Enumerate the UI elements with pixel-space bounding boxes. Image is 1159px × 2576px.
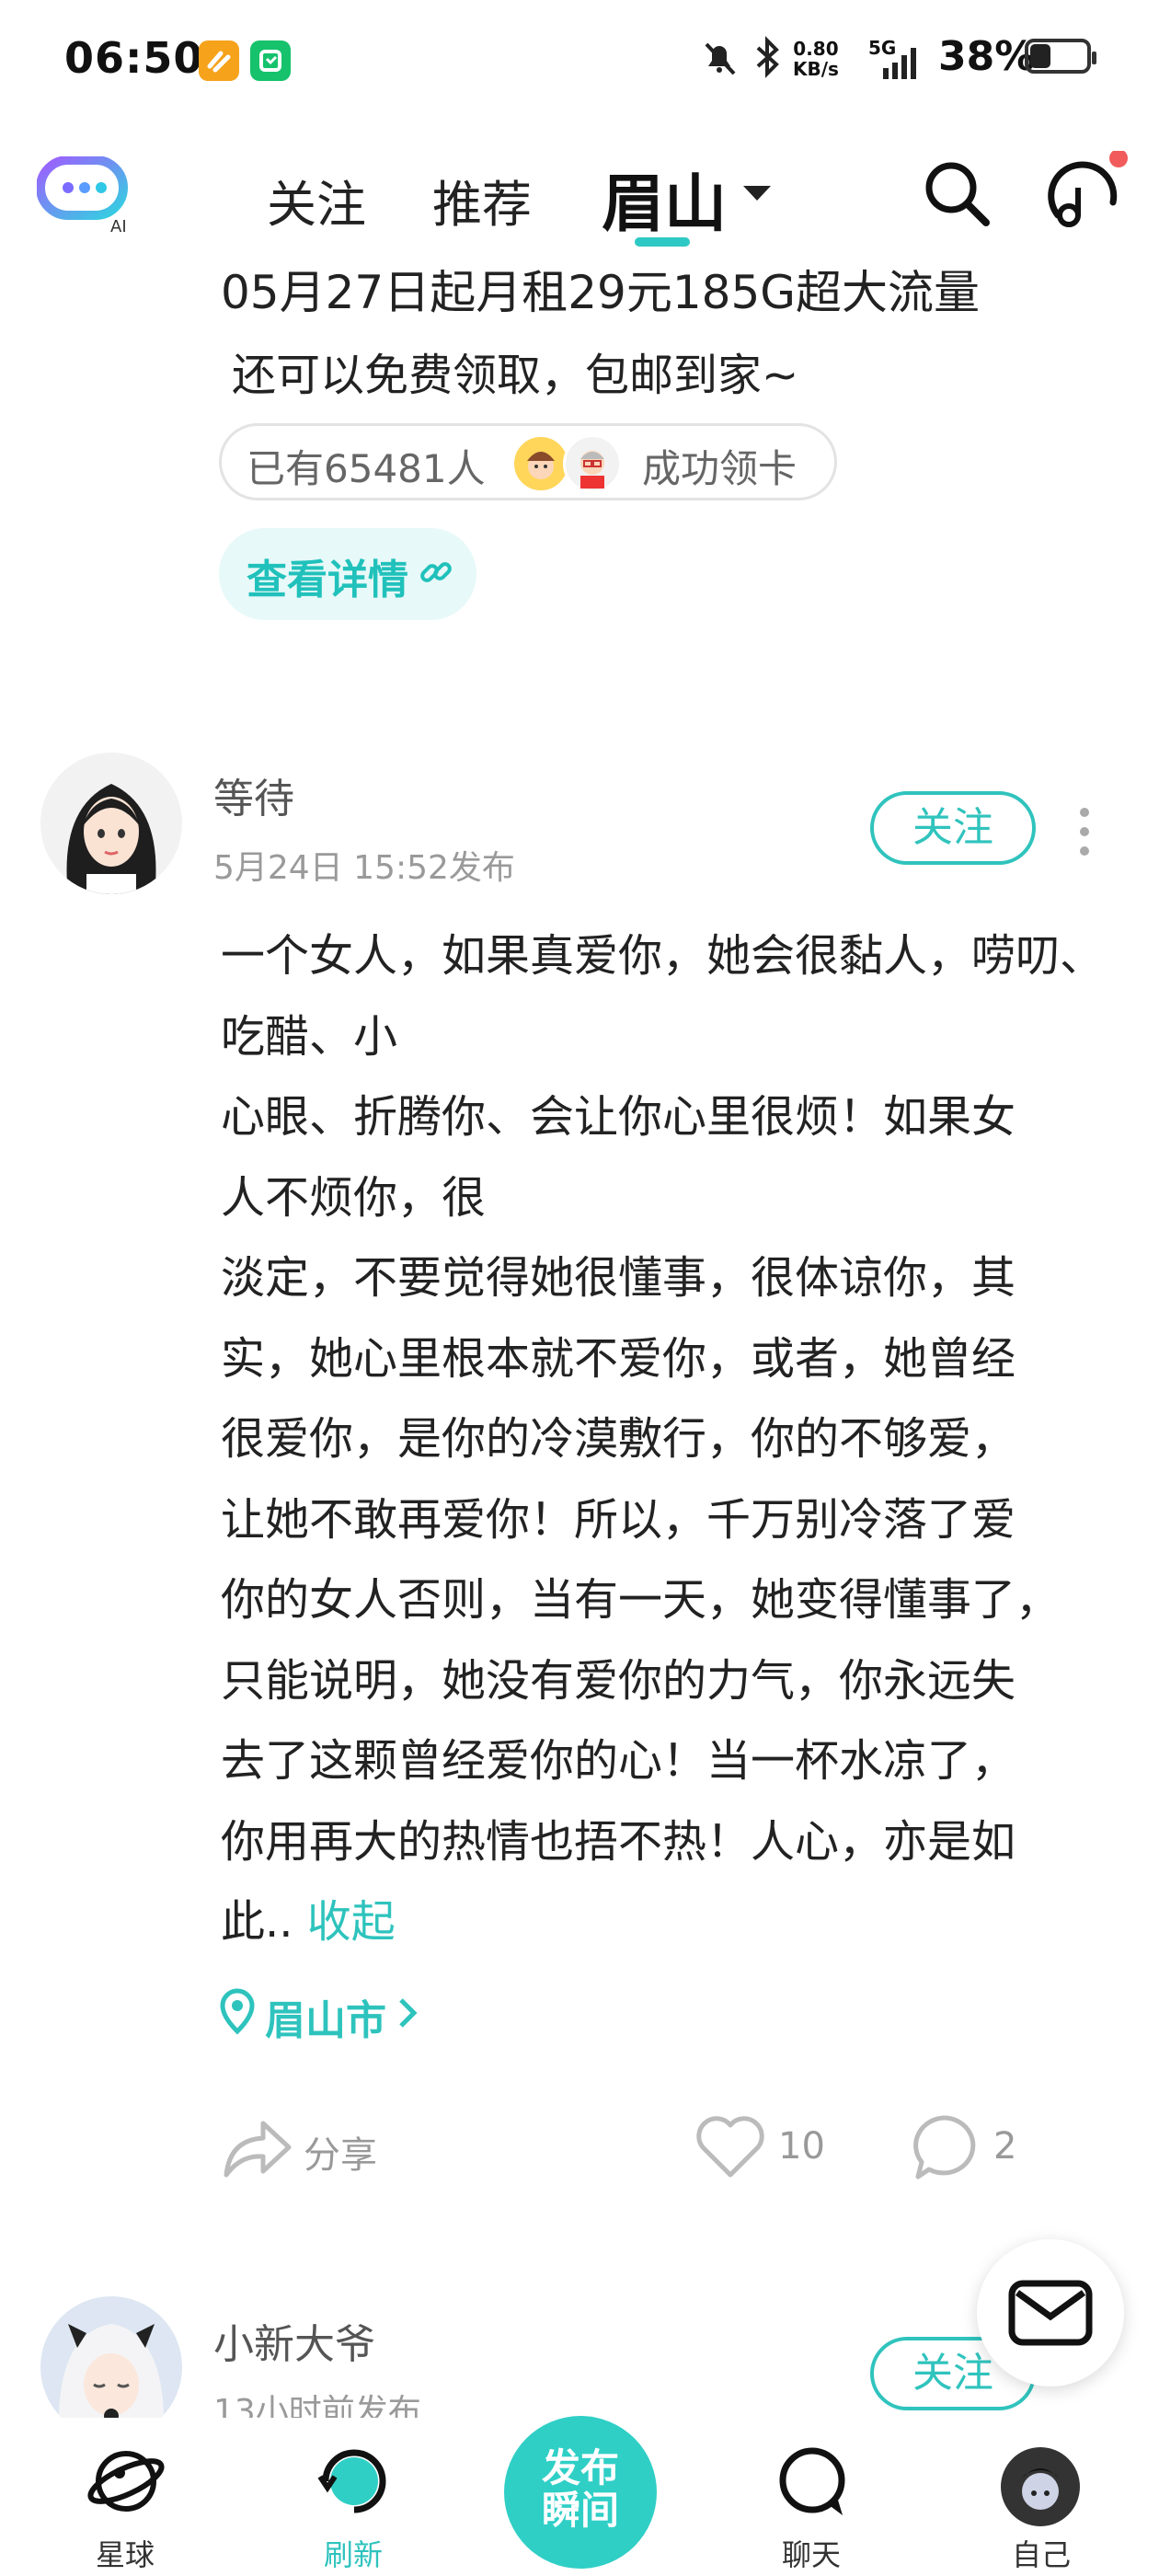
view-details-label[interactable]: 查看详情 [247, 546, 408, 605]
post-line: 你用再大的热情也捂不热！人心，亦是如 [221, 1815, 1016, 1868]
location-link[interactable]: 眉山市 [265, 1987, 386, 2046]
post-time: 5月24日 15:52发布 [213, 849, 515, 887]
like-heart-icon[interactable] [695, 2116, 765, 2182]
ad-count-suffix: 成功领卡 [642, 446, 798, 491]
comment-icon[interactable] [911, 2112, 981, 2186]
post-line: 吃醋、小 [221, 1010, 398, 1063]
avatar [563, 434, 622, 493]
collapse-link[interactable]: 收起 [307, 1896, 396, 1948]
ad-subline: 还可以免费领取，包邮到家~ [232, 350, 799, 401]
share-label[interactable]: 分享 [304, 2125, 377, 2179]
mail-icon [1008, 2280, 1093, 2350]
post-line: 让她不敢再爱你！所以，千万别冷落了爱 [221, 1493, 1016, 1546]
post-line: 心眼、折腾你、会让你心里很烦！如果女 [221, 1091, 1016, 1143]
tab-recommend[interactable]: 推荐 [432, 164, 532, 236]
post-line: 你的女人否则，当有一天，她变得懂事了， [221, 1574, 1061, 1626]
logo-ai-badge: AI [110, 217, 127, 236]
post-line: 实，她心里根本就不爱你，或者，她曾经 [221, 1332, 1016, 1385]
status-bar: 06:50 0.80 KB/s 5G 38% [0, 0, 1159, 120]
nav-planet[interactable]: 星球 [61, 2532, 189, 2574]
link-icon [418, 554, 454, 594]
post-line: 去了这颗曾经爱你的心！当一杯水凉了， [221, 1735, 1016, 1787]
avatar[interactable] [40, 2296, 182, 2438]
net-speed: 0.80 KB/s [793, 38, 839, 80]
post-line: 一个女人，如果真爱你，她会很黏人，唠叨、 [221, 930, 1105, 982]
battery-icon [1025, 39, 1096, 74]
search-icon[interactable] [920, 156, 993, 234]
nav-self[interactable]: 自己 [977, 2532, 1106, 2574]
location-pin-icon [217, 1987, 258, 2039]
comment-count: 2 [993, 2125, 1017, 2168]
post-author[interactable]: 小新大爷 [213, 2311, 375, 2370]
app-logo[interactable]: AI [36, 155, 129, 237]
signal-icon [870, 40, 929, 88]
post-line: 只能说明，她没有爱你的力气，你永远失 [221, 1654, 1016, 1707]
notification-app-icon [199, 40, 239, 81]
post-line-last: 此.. 收起 [221, 1896, 396, 1948]
status-time: 06:50 [64, 33, 204, 83]
avatar[interactable] [1001, 2447, 1080, 2526]
avatar [511, 434, 570, 493]
refresh-icon[interactable] [313, 2440, 396, 2526]
post-body: 一个女人，如果真爱你，她会很黏人，唠叨、 吃醋、小 心眼、折腾你、会让你心里很烦… [221, 916, 1122, 1963]
post-line: 淡定，不要觉得她很懂事，很体谅你，其 [221, 1252, 1016, 1304]
like-count: 10 [778, 2125, 825, 2168]
tab-city[interactable]: 眉山 [602, 153, 727, 244]
post-line: 人不烦你，很 [221, 1171, 487, 1224]
ad-headline: 05月27日起月租29元185G超大流量 [221, 266, 981, 319]
nav-refresh[interactable]: 刷新 [289, 2532, 418, 2574]
share-icon[interactable] [221, 2114, 294, 2186]
tab-following[interactable]: 关注 [267, 164, 366, 236]
mute-icon [699, 37, 740, 81]
publish-moment-button[interactable]: 发布 瞬间 [504, 2416, 657, 2569]
notification-app-icon-2 [250, 40, 291, 81]
planet-icon[interactable] [85, 2440, 167, 2526]
active-tab-indicator [635, 237, 690, 247]
chat-icon[interactable] [771, 2440, 854, 2526]
post-author[interactable]: 等待 [213, 765, 294, 824]
follow-button[interactable]: 关注 [870, 791, 1036, 865]
chevron-down-icon[interactable] [741, 184, 773, 206]
publish-label-line2: 瞬间 [541, 2488, 619, 2533]
avatar[interactable] [40, 753, 182, 894]
message-float-button[interactable] [977, 2239, 1124, 2386]
music-icon[interactable] [1039, 149, 1131, 243]
nav-chat[interactable]: 聊天 [747, 2532, 876, 2574]
ad-count-prefix: 已有65481人 [247, 446, 486, 491]
bluetooth-icon [749, 35, 786, 83]
post-line: 很爱你，是你的冷漠敷行，你的不够爱， [221, 1413, 1016, 1465]
chevron-right-icon[interactable] [397, 1996, 419, 2033]
publish-label-line1: 发布 [541, 2445, 619, 2490]
more-options-icon[interactable] [1080, 808, 1089, 866]
battery-percent: 38% [938, 33, 1036, 80]
